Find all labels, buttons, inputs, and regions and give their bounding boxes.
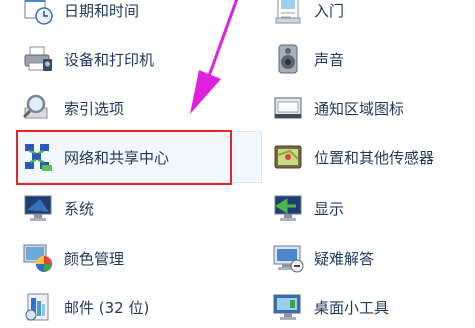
gadgets-icon [273, 294, 301, 320]
item-system[interactable]: 系统 [22, 192, 252, 224]
display-icon [274, 195, 302, 221]
item-troubleshooting[interactable]: 疑难解答 [272, 242, 475, 274]
item-label: 入门 [314, 1, 345, 20]
mail-icon [25, 293, 49, 321]
getting-started-icon [275, 0, 301, 24]
item-desktop-gadgets[interactable]: 桌面小工具 [272, 291, 475, 323]
printer-icon [24, 46, 52, 71]
item-label: 系统 [64, 199, 95, 218]
item-indexing-options[interactable]: 索引选项 [22, 92, 252, 124]
item-location-sensors[interactable]: 位置和其他传感器 [272, 141, 475, 173]
item-label: 索引选项 [64, 99, 125, 118]
item-label: 颜色管理 [64, 249, 125, 268]
index-search-icon [22, 94, 48, 119]
location-sensor-icon [274, 145, 302, 169]
item-date-time[interactable]: 日期和时间 [22, 0, 252, 26]
item-label: 设备和打印机 [64, 50, 155, 69]
item-label: 桌面小工具 [314, 298, 390, 317]
item-label: 通知区域图标 [314, 99, 405, 118]
item-sound[interactable]: 声音 [272, 43, 475, 75]
notification-area-icon [274, 97, 302, 119]
item-label: 显示 [314, 199, 345, 218]
color-management-icon [23, 244, 52, 272]
calendar-clock-icon [24, 0, 53, 25]
item-label: 声音 [314, 50, 345, 69]
computer-icon [24, 195, 52, 221]
item-label: 邮件 (32 位) [64, 298, 150, 317]
item-mail-32bit[interactable]: 邮件 (32 位) [22, 291, 252, 323]
item-getting-started[interactable]: 入门 [272, 0, 475, 26]
troubleshooting-icon [273, 245, 304, 273]
item-label: 疑难解答 [314, 249, 375, 268]
item-display[interactable]: 显示 [272, 192, 475, 224]
speaker-icon [278, 44, 298, 74]
item-color-management[interactable]: 颜色管理 [22, 242, 252, 274]
item-label: 位置和其他传感器 [314, 148, 435, 167]
control-panel-all-items: 日期和时间 设备和打印机 索引选项 网络和共享中心 系统 颜色管理 邮件 (32… [0, 0, 475, 328]
item-devices-printers[interactable]: 设备和打印机 [22, 43, 252, 75]
highlight-box [16, 130, 232, 185]
item-notification-area-icons[interactable]: 通知区域图标 [272, 92, 475, 124]
item-label: 日期和时间 [64, 1, 140, 20]
